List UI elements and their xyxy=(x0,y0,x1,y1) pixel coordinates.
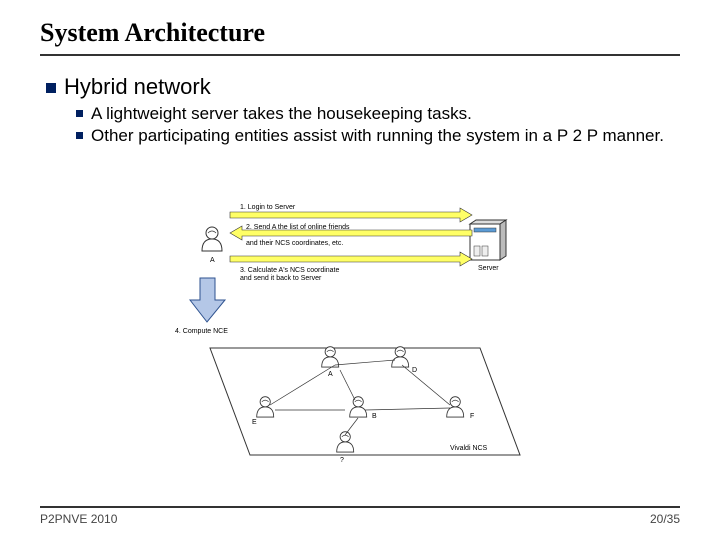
peer-q-label: ? xyxy=(340,457,344,464)
user-icon xyxy=(202,227,222,251)
peer-e-label: E xyxy=(252,419,257,426)
step-1-text: 1. Login to Server xyxy=(240,204,296,211)
step-2-text-b: and their NCS coordinates, etc. xyxy=(246,240,343,247)
peer-icon xyxy=(257,397,274,417)
plane-shape xyxy=(210,348,520,455)
bullet-icon xyxy=(76,132,83,139)
server-icon xyxy=(470,220,506,260)
footer: P2PNVE 2010 20/35 xyxy=(40,506,680,526)
step-4-text: 4. Compute NCE xyxy=(175,328,228,335)
peer-f-label: F xyxy=(470,413,474,420)
down-arrow-icon xyxy=(190,278,225,322)
footer-right: 20/35 xyxy=(650,512,680,526)
bullet-list: Hybrid network A lightweight server take… xyxy=(46,74,680,146)
peer-a-label: A xyxy=(328,371,333,378)
server-label: Server xyxy=(478,265,499,272)
slide-title: System Architecture xyxy=(40,18,680,56)
peer-b-label: B xyxy=(372,413,377,420)
step-3-text-b: and send it back to Server xyxy=(240,275,322,282)
footer-left: P2PNVE 2010 xyxy=(40,512,117,526)
peer-icon xyxy=(322,347,339,367)
peer-icon xyxy=(447,397,464,417)
peer-icon xyxy=(350,397,367,417)
bullet-sub-2-text: Other participating entities assist with… xyxy=(91,126,664,145)
bullet-main: Hybrid network xyxy=(46,74,680,100)
ncs-label: Vivaldi NCS xyxy=(450,445,488,452)
step-2-text-a: 2. Send A the list of online friends xyxy=(246,224,350,231)
bullet-sub-2: Other participating entities assist with… xyxy=(76,126,680,146)
architecture-diagram: A Server 1. Login to Server 2. Send A th… xyxy=(180,200,580,480)
user-a-label: A xyxy=(210,257,215,264)
bullet-icon xyxy=(76,110,83,117)
bullet-sub-1: A lightweight server takes the housekeep… xyxy=(76,104,680,124)
step-3-text-a: 3. Calculate A's NCS coordinate xyxy=(240,267,339,274)
peer-d-label: D xyxy=(412,367,417,374)
bullet-sub-1-text: A lightweight server takes the housekeep… xyxy=(91,104,472,123)
bullet-main-text: Hybrid network xyxy=(64,74,211,99)
bullet-icon xyxy=(46,83,56,93)
peer-icon xyxy=(392,347,409,367)
